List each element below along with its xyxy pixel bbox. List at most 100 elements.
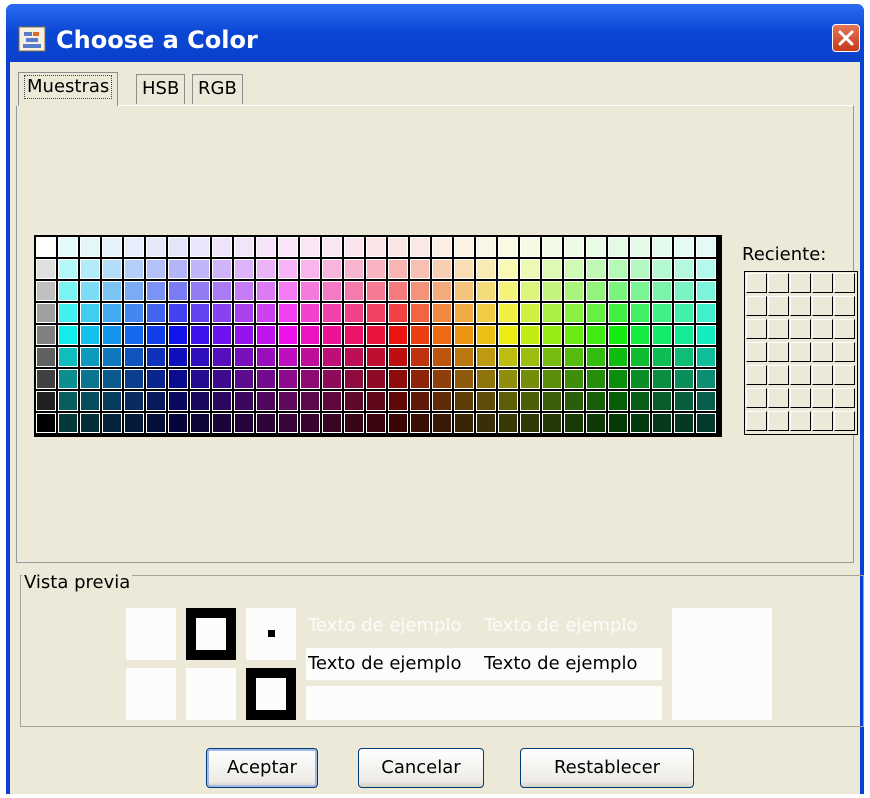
color-swatch[interactable]	[454, 237, 474, 257]
color-swatch[interactable]	[432, 325, 452, 345]
color-swatch[interactable]	[520, 391, 540, 411]
color-swatch[interactable]	[168, 391, 188, 411]
recent-swatch[interactable]	[746, 365, 767, 385]
color-swatch[interactable]	[36, 259, 56, 279]
color-swatch[interactable]	[630, 347, 650, 367]
color-swatch[interactable]	[498, 369, 518, 389]
color-swatch[interactable]	[234, 413, 254, 433]
recent-swatch[interactable]	[768, 319, 789, 339]
color-swatch[interactable]	[146, 237, 166, 257]
color-swatch[interactable]	[608, 347, 628, 367]
color-swatch[interactable]	[256, 347, 276, 367]
color-swatch[interactable]	[498, 413, 518, 433]
color-swatch[interactable]	[234, 259, 254, 279]
color-swatch[interactable]	[564, 259, 584, 279]
color-swatch[interactable]	[168, 347, 188, 367]
color-swatch[interactable]	[432, 347, 452, 367]
color-swatch[interactable]	[278, 259, 298, 279]
color-swatch[interactable]	[256, 369, 276, 389]
color-swatch[interactable]	[410, 369, 430, 389]
color-swatch[interactable]	[410, 303, 430, 323]
color-swatch[interactable]	[608, 391, 628, 411]
color-swatch[interactable]	[542, 237, 562, 257]
color-swatch[interactable]	[674, 237, 694, 257]
color-swatch[interactable]	[542, 259, 562, 279]
color-swatch[interactable]	[36, 237, 56, 257]
color-swatch[interactable]	[520, 325, 540, 345]
color-swatch[interactable]	[344, 391, 364, 411]
color-swatch[interactable]	[564, 281, 584, 301]
color-swatch[interactable]	[256, 413, 276, 433]
color-swatch[interactable]	[58, 391, 78, 411]
color-swatch[interactable]	[36, 413, 56, 433]
color-swatch[interactable]	[102, 391, 122, 411]
color-swatch[interactable]	[674, 259, 694, 279]
color-swatch[interactable]	[256, 303, 276, 323]
recent-swatch[interactable]	[812, 365, 833, 385]
accept-button[interactable]: Aceptar	[206, 748, 318, 788]
color-swatch[interactable]	[476, 281, 496, 301]
recent-swatch[interactable]	[834, 365, 855, 385]
color-swatch[interactable]	[344, 347, 364, 367]
color-swatch[interactable]	[212, 369, 232, 389]
color-swatch[interactable]	[278, 325, 298, 345]
color-swatch[interactable]	[234, 391, 254, 411]
close-button[interactable]	[832, 24, 860, 52]
color-swatch[interactable]	[234, 281, 254, 301]
color-swatch[interactable]	[168, 237, 188, 257]
color-swatch[interactable]	[146, 347, 166, 367]
color-swatch[interactable]	[322, 281, 342, 301]
color-swatch[interactable]	[432, 413, 452, 433]
color-swatch[interactable]	[696, 237, 716, 257]
color-swatch[interactable]	[652, 347, 672, 367]
color-swatch[interactable]	[498, 325, 518, 345]
color-swatch[interactable]	[146, 259, 166, 279]
color-swatch[interactable]	[630, 413, 650, 433]
recent-swatch[interactable]	[746, 411, 767, 431]
color-swatch[interactable]	[498, 391, 518, 411]
color-swatch[interactable]	[322, 369, 342, 389]
color-swatch[interactable]	[454, 413, 474, 433]
color-swatch[interactable]	[696, 303, 716, 323]
color-swatch[interactable]	[476, 347, 496, 367]
color-swatch[interactable]	[410, 413, 430, 433]
color-swatch[interactable]	[278, 303, 298, 323]
color-swatch[interactable]	[58, 281, 78, 301]
color-swatch[interactable]	[630, 259, 650, 279]
color-swatch[interactable]	[124, 369, 144, 389]
color-swatch[interactable]	[322, 259, 342, 279]
color-swatch[interactable]	[190, 281, 210, 301]
color-swatch[interactable]	[410, 259, 430, 279]
color-swatch[interactable]	[190, 237, 210, 257]
recent-swatch[interactable]	[834, 342, 855, 362]
color-swatch[interactable]	[124, 413, 144, 433]
recent-swatch[interactable]	[746, 319, 767, 339]
color-swatch[interactable]	[102, 325, 122, 345]
color-swatch[interactable]	[212, 391, 232, 411]
color-swatch[interactable]	[36, 303, 56, 323]
recent-swatch[interactable]	[746, 273, 767, 293]
color-swatch[interactable]	[542, 347, 562, 367]
color-swatch[interactable]	[542, 413, 562, 433]
color-swatch[interactable]	[652, 259, 672, 279]
color-swatch[interactable]	[630, 369, 650, 389]
color-swatch[interactable]	[652, 303, 672, 323]
recent-swatch[interactable]	[768, 342, 789, 362]
color-swatch[interactable]	[520, 347, 540, 367]
color-swatch[interactable]	[366, 347, 386, 367]
color-swatch[interactable]	[388, 259, 408, 279]
color-swatch[interactable]	[410, 325, 430, 345]
color-swatch[interactable]	[168, 259, 188, 279]
color-swatch[interactable]	[454, 303, 474, 323]
color-swatch[interactable]	[190, 369, 210, 389]
recent-swatch[interactable]	[790, 388, 811, 408]
color-swatch[interactable]	[168, 281, 188, 301]
recent-swatch[interactable]	[834, 319, 855, 339]
color-swatch[interactable]	[674, 369, 694, 389]
color-swatch[interactable]	[454, 259, 474, 279]
color-swatch[interactable]	[146, 369, 166, 389]
color-swatch[interactable]	[630, 303, 650, 323]
color-swatch[interactable]	[190, 347, 210, 367]
recent-swatch[interactable]	[834, 411, 855, 431]
color-swatch[interactable]	[256, 259, 276, 279]
